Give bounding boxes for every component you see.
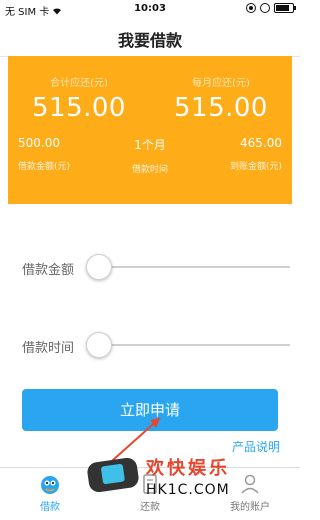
- apply-now-button[interactable]: 立即申请: [22, 389, 278, 431]
- loan-term-slider-row: 借款时间: [22, 330, 290, 360]
- rotation-lock-icon: [246, 3, 256, 13]
- loan-term-slider-label: 借款时间: [22, 341, 75, 356]
- tab-my-account[interactable]: 我的账户: [200, 472, 300, 513]
- loan-amount-label: 借款金额(元): [18, 162, 71, 172]
- loan-term-label: 借款时间: [131, 165, 168, 175]
- battery-fill: [276, 5, 289, 11]
- loan-amount-detail: 500.00 借款金额(元): [18, 136, 98, 172]
- loan-term-slider-track[interactable]: [88, 344, 290, 346]
- battery-icon: [274, 3, 296, 13]
- status-bar: 无 SIM 卡 10:03: [0, 0, 300, 18]
- loan-detail-row: 500.00 借款金额(元) 1个月 借款时间 465.00 到账金额(元): [8, 136, 292, 176]
- tab-bar: 借款 还款 我的账户: [0, 467, 300, 520]
- tab-borrow-label: 借款: [40, 502, 60, 513]
- loan-amount-slider-thumb[interactable]: [86, 254, 112, 280]
- tab-repay-label: 还款: [140, 502, 160, 513]
- status-right: [246, 3, 296, 13]
- tab-borrow[interactable]: 借款: [0, 472, 100, 513]
- product-description-link[interactable]: 产品说明: [232, 438, 280, 455]
- tab-my-account-label: 我的账户: [230, 502, 270, 513]
- receipt-icon: [143, 474, 157, 494]
- loan-term-detail: 1个月 借款时间: [110, 136, 190, 175]
- page-title: 我要借款: [117, 31, 182, 50]
- monthly-repay-block: 每月应还(元) 515.00: [150, 74, 292, 123]
- loan-amount-slider-row: 借款金额: [22, 252, 290, 282]
- user-icon: [241, 474, 259, 494]
- loan-term-slider-thumb[interactable]: [86, 332, 112, 358]
- received-amount-value: 465.00: [240, 136, 282, 150]
- tab-repay[interactable]: 还款: [100, 472, 200, 513]
- loan-amount-value: 500.00: [18, 136, 60, 150]
- loan-term-value: 1个月: [134, 138, 166, 152]
- mascot-icon: [41, 476, 59, 494]
- nav-bar: 我要借款: [0, 18, 300, 57]
- monthly-repay-label: 每月应还(元): [192, 78, 250, 89]
- total-repay-label: 合计应还(元): [50, 78, 108, 89]
- total-repay-value: 515.00: [32, 93, 126, 123]
- monthly-repay-value: 515.00: [174, 93, 268, 123]
- alarm-icon: [260, 3, 270, 13]
- loan-amount-slider-label: 借款金额: [22, 263, 75, 278]
- received-amount-detail: 465.00 到账金额(元): [192, 136, 282, 172]
- loan-summary-panel: 合计应还(元) 515.00 每月应还(元) 515.00 500.00 借款金…: [8, 56, 292, 204]
- loan-amount-slider-track[interactable]: [88, 266, 290, 268]
- total-repay-block: 合计应还(元) 515.00: [8, 74, 150, 123]
- received-amount-label: 到账金额(元): [229, 162, 282, 172]
